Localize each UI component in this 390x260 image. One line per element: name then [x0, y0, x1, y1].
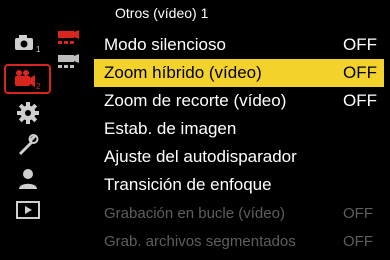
rail-item-playback[interactable]	[4, 195, 51, 225]
person-icon	[18, 169, 37, 189]
rail-item-mymenu[interactable]	[4, 164, 51, 194]
playback-icon	[15, 201, 40, 219]
menu-item-label: Ajuste del autodisparador	[104, 147, 297, 166]
menu-item-value: OFF	[343, 91, 377, 110]
rail-item-setup[interactable]	[4, 98, 51, 128]
page-title: Otros (vídeo) 1	[115, 5, 209, 21]
video-camera-icon: 2	[14, 70, 41, 90]
menu-item-label: Grab. archivos segmentados	[104, 232, 296, 250]
menu-item-value: OFF	[343, 35, 377, 54]
menu-item-self-timer[interactable]: Ajuste del autodisparador	[94, 143, 384, 171]
subpage-tabs	[57, 28, 85, 78]
menu-item-value: OFF	[343, 63, 377, 82]
subpage-tab-1[interactable]	[57, 28, 83, 48]
menu-item-silent-mode[interactable]: Modo silencioso OFF	[94, 31, 384, 59]
svg-text:1: 1	[36, 45, 41, 54]
menu-item-label: Grabación en bucle (vídeo)	[104, 204, 285, 222]
video-camera-icon	[58, 30, 79, 44]
menu-item-label: Modo silencioso	[104, 35, 226, 54]
photo-camera-icon: 1	[14, 35, 41, 54]
menu-item-label: Estab. de imagen	[104, 119, 237, 138]
settings-menu-list: Modo silencioso OFF Zoom híbrido (vídeo)…	[94, 31, 384, 255]
rail-item-custom[interactable]	[4, 131, 51, 161]
menu-item-segmented-files: Grab. archivos segmentados OFF	[94, 227, 384, 255]
gear-icon	[16, 102, 39, 124]
menu-item-hybrid-zoom[interactable]: Zoom híbrido (vídeo) OFF	[94, 59, 384, 87]
video-camera-icon	[58, 54, 79, 68]
menu-item-value: OFF	[343, 232, 373, 250]
menu-item-value: OFF	[343, 204, 373, 222]
menu-item-loop-recording: Grabación en bucle (vídeo) OFF	[94, 199, 384, 227]
menu-item-crop-zoom[interactable]: Zoom de recorte (vídeo) OFF	[94, 87, 384, 115]
subpage-tab-2[interactable]	[57, 52, 83, 72]
rail-item-photo[interactable]: 1	[4, 28, 51, 58]
svg-text:2: 2	[36, 82, 41, 90]
menu-item-image-stabilizer[interactable]: Estab. de imagen	[94, 115, 384, 143]
menu-item-focus-transition[interactable]: Transición de enfoque	[94, 171, 384, 199]
wrench-icon	[18, 134, 38, 155]
menu-item-label: Zoom de recorte (vídeo)	[104, 91, 287, 110]
menu-item-label: Transición de enfoque	[104, 175, 272, 194]
menu-category-rail: 1 2	[4, 28, 51, 228]
menu-item-label: Zoom híbrido (vídeo)	[104, 63, 262, 82]
rail-item-video[interactable]: 2	[4, 64, 51, 94]
